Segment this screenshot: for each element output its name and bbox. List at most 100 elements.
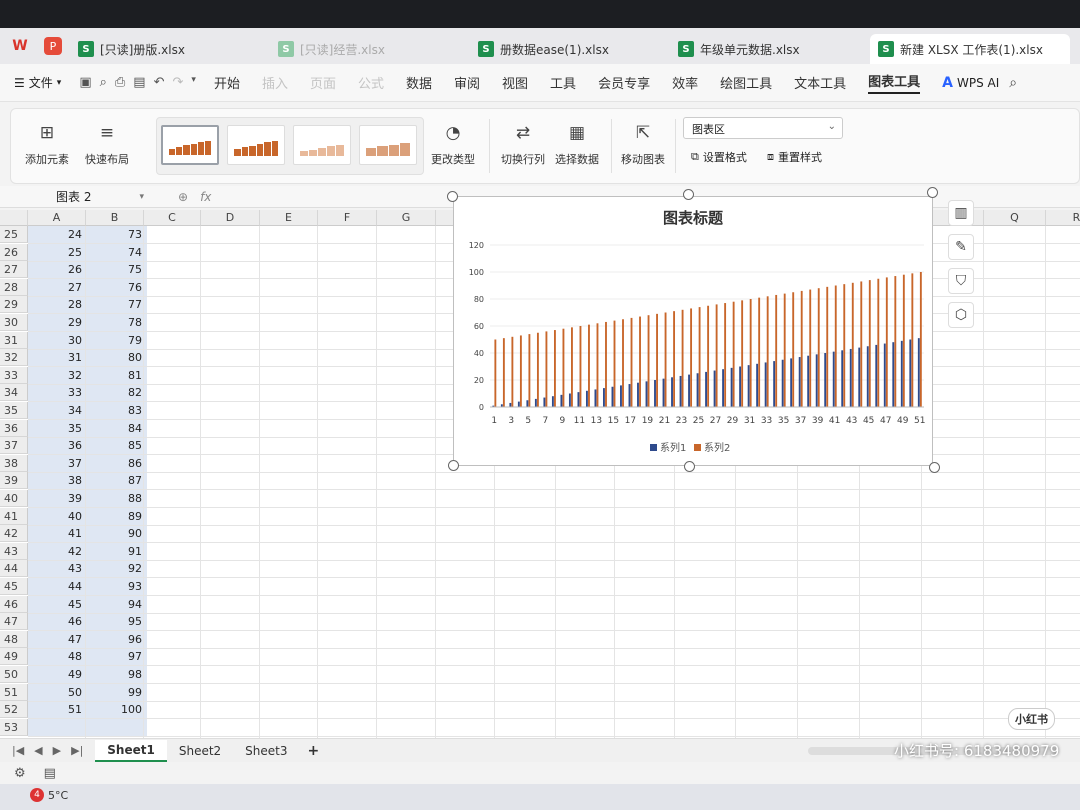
table-cell[interactable]: 35 xyxy=(28,420,86,437)
row-header[interactable]: 35 xyxy=(0,402,28,419)
column-header[interactable]: D xyxy=(201,210,260,226)
column-header[interactable]: C xyxy=(144,210,201,226)
table-cell[interactable]: 37 xyxy=(28,455,86,472)
table-cell[interactable]: 49 xyxy=(28,666,86,683)
set-format-button[interactable]: ⧉ 设置格式 xyxy=(691,149,747,165)
chart-style-2[interactable] xyxy=(227,125,285,165)
row-header[interactable]: 50 xyxy=(0,666,28,683)
switch-row-col-button[interactable]: ⇄ 切换行列 xyxy=(501,121,545,167)
last-sheet-icon[interactable]: ▶| xyxy=(71,744,83,757)
menu-tab[interactable]: 图表工具 xyxy=(868,71,921,94)
table-cell[interactable]: 99 xyxy=(86,684,146,701)
table-cell[interactable]: 30 xyxy=(28,332,86,349)
document-tab[interactable]: S 册数据ease(1).xlsx xyxy=(470,34,670,64)
row-header[interactable]: 37 xyxy=(0,437,28,455)
table-cell[interactable]: 27 xyxy=(28,279,86,296)
row-header[interactable]: 51 xyxy=(0,683,28,701)
table-cell[interactable]: 32 xyxy=(28,367,86,384)
weather-widget[interactable]: 4 5°C xyxy=(30,788,68,802)
row-header[interactable]: 27 xyxy=(0,261,28,279)
table-cell[interactable]: 75 xyxy=(86,261,146,278)
resize-handle-top-left[interactable] xyxy=(447,191,458,202)
table-cell[interactable]: 48 xyxy=(28,648,86,665)
add-element-button[interactable]: ⊞ 添加元素 xyxy=(25,121,69,167)
table-cell[interactable]: 28 xyxy=(28,296,86,313)
menu-tab[interactable]: 数据 xyxy=(406,73,432,92)
table-cell[interactable]: 93 xyxy=(86,578,146,595)
menu-tab[interactable]: 审阅 xyxy=(454,73,480,92)
row-header[interactable]: 39 xyxy=(0,472,28,490)
table-cell[interactable]: 42 xyxy=(28,543,86,560)
chart-style-brush-icon[interactable]: ✎ xyxy=(948,234,974,260)
row-header[interactable]: 43 xyxy=(0,542,28,560)
sheet-tab[interactable]: Sheet2 xyxy=(167,741,233,761)
chart-style-1[interactable] xyxy=(161,125,219,165)
menu-tab[interactable]: 文本工具 xyxy=(794,73,846,92)
file-menu[interactable]: ☰ 文件 ▾ xyxy=(14,74,61,91)
table-cell[interactable]: 88 xyxy=(86,490,146,507)
page-view-icon[interactable]: ▤ xyxy=(44,766,56,781)
save-icon[interactable]: ▣ xyxy=(79,75,91,90)
undo-icon[interactable]: ↶ xyxy=(154,75,165,90)
document-tab[interactable]: S 年级单元数据.xlsx xyxy=(670,34,870,64)
table-cell[interactable] xyxy=(86,719,146,736)
menu-tab[interactable]: 会员专享 xyxy=(598,73,650,92)
table-cell[interactable]: 87 xyxy=(86,472,146,489)
quick-layout-button[interactable]: ≡ 快速布局 xyxy=(85,121,129,167)
table-cell[interactable]: 76 xyxy=(86,279,146,296)
table-cell[interactable]: 46 xyxy=(28,613,86,630)
table-cell[interactable]: 24 xyxy=(28,226,86,243)
chart-style-4[interactable] xyxy=(359,125,417,165)
table-cell[interactable]: 94 xyxy=(86,596,146,613)
table-cell[interactable]: 82 xyxy=(86,384,146,401)
prev-sheet-icon[interactable]: ◀ xyxy=(34,744,42,757)
search-icon[interactable]: ⌕ xyxy=(1009,75,1017,91)
menu-tab[interactable]: 开始 xyxy=(214,73,240,92)
row-header[interactable]: 47 xyxy=(0,613,28,631)
wps-ai-button[interactable]: A WPS AI xyxy=(942,75,999,91)
menu-tab[interactable]: 效率 xyxy=(672,73,698,92)
table-cell[interactable]: 96 xyxy=(86,631,146,648)
row-header[interactable]: 33 xyxy=(0,366,28,384)
row-header[interactable]: 34 xyxy=(0,384,28,402)
row-header[interactable]: 40 xyxy=(0,490,28,507)
table-cell[interactable]: 77 xyxy=(86,296,146,313)
table-cell[interactable]: 78 xyxy=(86,314,146,331)
select-data-button[interactable]: ▦ 选择数据 xyxy=(555,121,599,167)
reset-style-button[interactable]: ⧈ 重置样式 xyxy=(767,149,822,165)
table-cell[interactable]: 83 xyxy=(86,402,146,419)
table-cell[interactable]: 79 xyxy=(86,332,146,349)
row-header[interactable]: 44 xyxy=(0,560,28,578)
row-header[interactable]: 31 xyxy=(0,331,28,349)
menu-tab[interactable]: 页面 xyxy=(310,73,336,92)
format-painter-icon[interactable]: ⌕ xyxy=(100,75,107,90)
row-header[interactable]: 52 xyxy=(0,701,28,719)
table-cell[interactable]: 33 xyxy=(28,384,86,401)
table-cell[interactable]: 92 xyxy=(86,560,146,577)
menu-tab[interactable]: 公式 xyxy=(358,73,384,92)
resize-handle-bottom-right[interactable] xyxy=(929,462,940,473)
chart-object[interactable]: 图表标题 0 20 40 60 80 100 120 1 3 5 7 9 11 13 15 17 19 21 23 2… xyxy=(453,196,933,466)
table-cell[interactable]: 40 xyxy=(28,508,86,525)
table-cell[interactable]: 50 xyxy=(28,684,86,701)
table-cell[interactable]: 89 xyxy=(86,508,146,525)
column-header[interactable]: E xyxy=(260,210,318,226)
move-chart-button[interactable]: ⇱ 移动图表 xyxy=(621,121,665,167)
table-cell[interactable]: 86 xyxy=(86,455,146,472)
table-cell[interactable]: 47 xyxy=(28,631,86,648)
wps-logo-icon[interactable]: W xyxy=(0,28,40,64)
row-header[interactable]: 29 xyxy=(0,296,28,314)
column-header[interactable]: G xyxy=(377,210,436,226)
row-header[interactable]: 32 xyxy=(0,349,28,367)
row-header[interactable]: 41 xyxy=(0,507,28,525)
column-header[interactable]: R xyxy=(1046,210,1080,226)
row-header[interactable]: 53 xyxy=(0,718,28,736)
table-cell[interactable] xyxy=(28,719,86,736)
pdf-icon[interactable]: P xyxy=(44,37,62,55)
redo-icon[interactable]: ↷ xyxy=(173,75,184,90)
menu-tab[interactable]: 工具 xyxy=(550,73,576,92)
chart-area-dropdown[interactable]: 图表区 ⌄ xyxy=(683,117,843,139)
table-cell[interactable]: 91 xyxy=(86,543,146,560)
table-cell[interactable]: 84 xyxy=(86,420,146,437)
zoom-icon[interactable]: ⊕ xyxy=(178,190,188,204)
